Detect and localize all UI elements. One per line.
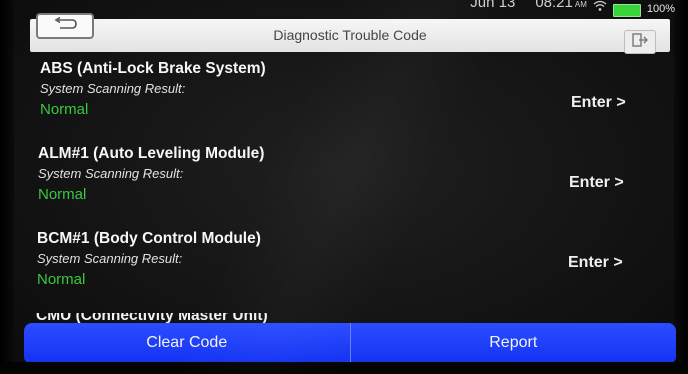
list-item[interactable]: ALM#1 (Auto Leveling Module) System Scan… — [38, 145, 648, 225]
bezel-left — [0, 0, 14, 374]
list-item[interactable]: ABS (Anti-Lock Brake System) System Scan… — [40, 60, 650, 140]
battery-percent: 100% — [646, 3, 675, 15]
exit-icon — [632, 32, 648, 52]
clear-code-button[interactable]: Clear Code — [24, 323, 351, 363]
exit-button[interactable] — [624, 30, 656, 54]
header-bar: Diagnostic Trouble Code — [30, 19, 670, 52]
system-name: ABS (Anti-Lock Brake System) — [40, 60, 266, 77]
enter-button[interactable]: Enter > — [569, 174, 624, 192]
status-ampm: AM — [574, 0, 587, 9]
back-button[interactable] — [36, 13, 94, 39]
report-button[interactable]: Report — [350, 323, 676, 363]
bezel-bottom — [0, 362, 688, 374]
page-title: Diagnostic Trouble Code — [273, 27, 427, 43]
status-time: 08:21 — [535, 0, 573, 11]
scan-result-label: System Scanning Result: — [40, 81, 186, 96]
scan-result-value: Normal — [38, 186, 87, 203]
wifi-icon — [593, 0, 607, 15]
system-name: ALM#1 (Auto Leveling Module) — [38, 145, 265, 162]
back-arrow-icon — [52, 16, 78, 36]
bottom-action-bar: Clear Code Report — [24, 323, 676, 363]
system-name: CMU (Connectivity Master Unit) — [36, 313, 268, 323]
scan-result-label: System Scanning Result: — [37, 251, 183, 266]
list-item-partial: CMU (Connectivity Master Unit) — [36, 313, 336, 323]
scan-result-value: Normal — [40, 101, 89, 118]
bezel-right — [674, 0, 688, 374]
enter-button[interactable]: Enter > — [568, 254, 623, 272]
enter-button[interactable]: Enter > — [571, 94, 626, 112]
status-date: Jun 13 — [470, 0, 516, 11]
scan-result-value: Normal — [37, 271, 86, 288]
system-name: BCM#1 (Body Control Module) — [37, 230, 261, 247]
screen: Jun 13 08:21 AM 100% Diagnostic Trouble … — [0, 0, 688, 374]
list-item[interactable]: BCM#1 (Body Control Module) System Scann… — [37, 230, 647, 310]
scan-result-label: System Scanning Result: — [38, 166, 184, 181]
status-bar: Jun 13 08:21 AM 100% — [360, 0, 675, 18]
battery-icon — [612, 4, 641, 17]
